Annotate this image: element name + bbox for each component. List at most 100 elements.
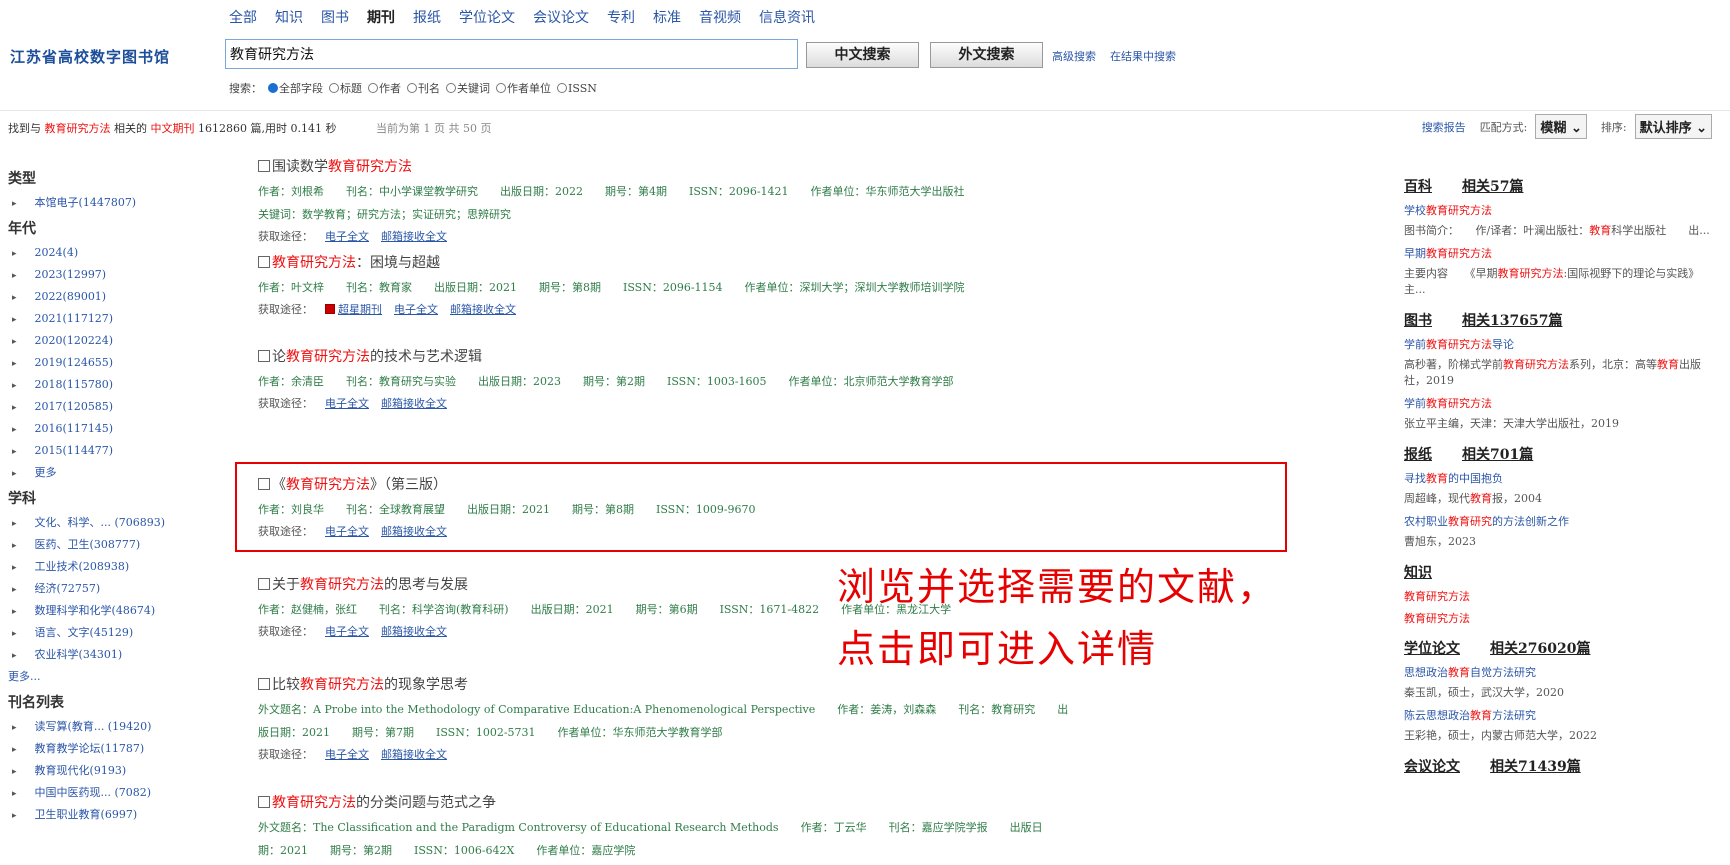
result-title[interactable]: 教育研究方法：困境与超越 (258, 252, 1358, 272)
result-title[interactable]: 围读数学教育研究方法 (258, 156, 1358, 176)
search-field-option[interactable]: 关键词 (446, 80, 490, 96)
search-field-option[interactable]: 作者单位 (496, 80, 551, 96)
keyword-highlight: 教育研究方法 (286, 349, 370, 365)
advanced-search-link[interactable]: 高级搜索 (1052, 48, 1096, 64)
thesis-heading[interactable]: 学位论文 相关276020篇 (1404, 638, 1714, 658)
subject-item[interactable]: ▸ 数理科学和化学(48674) (8, 600, 223, 622)
nav-tab[interactable]: 音视频 (699, 7, 741, 27)
nav-tab[interactable]: 标准 (653, 7, 681, 27)
book-title[interactable]: 学前教育研究方法 (1404, 395, 1714, 411)
year-item[interactable]: ▸ 2017(120585) (8, 396, 223, 418)
fulltext-link[interactable]: 电子全文 (325, 748, 369, 761)
bullet-icon: ▸ (12, 293, 17, 303)
type-item[interactable]: ▸ 本馆电子(1447807) (8, 192, 223, 214)
subject-more-link[interactable]: 更多... (8, 666, 223, 688)
subject-item[interactable]: ▸ 农业科学(34301) (8, 644, 223, 666)
news-desc: 曹旭东，2023 (1404, 535, 1476, 548)
email-fulltext-link[interactable]: 邮箱接收全文 (381, 748, 447, 761)
email-fulltext-link[interactable]: 邮箱接收全文 (381, 625, 447, 638)
year-item[interactable]: ▸ 2024(4) (8, 242, 223, 264)
knowledge-item[interactable]: 教育研究方法 (1404, 610, 1714, 626)
chinese-search-button[interactable]: 中文搜索 (806, 42, 919, 68)
nav-tab[interactable]: 学位论文 (459, 7, 515, 27)
subject-item[interactable]: ▸ 语言、文字(45129) (8, 622, 223, 644)
keyword-highlight: 教育研究方法 (272, 795, 356, 811)
result-item: 比较教育研究方法的现象学思考 外文题名：A Probe into the Meth… (258, 674, 1358, 762)
news-title[interactable]: 农村职业教育研究的方法创新之作 (1404, 513, 1714, 529)
journal-item[interactable]: ▸ 教育教学论坛(11787) (8, 738, 223, 760)
result-checkbox[interactable] (258, 796, 270, 808)
email-fulltext-link[interactable]: 邮箱接收全文 (381, 397, 447, 410)
journal-item[interactable]: ▸ 教育现代化(9193) (8, 760, 223, 782)
year-item[interactable]: ▸ 2019(124655) (8, 352, 223, 374)
result-checkbox[interactable] (258, 578, 270, 590)
match-mode-select[interactable]: 模糊 ⌄ (1535, 114, 1587, 139)
search-field-option[interactable]: 标题 (329, 80, 362, 96)
radio-icon[interactable] (557, 82, 567, 93)
search-field-option[interactable]: 全部字段 (268, 80, 323, 96)
nav-tab[interactable]: 会议论文 (533, 7, 589, 27)
thesis-title[interactable]: 陈云思想政治教育方法研究 (1404, 707, 1714, 723)
book-title[interactable]: 学前教育研究方法导论 (1404, 336, 1714, 352)
radio-icon[interactable] (496, 83, 506, 93)
radio-icon[interactable] (329, 83, 339, 93)
nav-tab[interactable]: 期刊 (367, 7, 395, 27)
nav-tab[interactable]: 图书 (321, 7, 349, 27)
journal-item[interactable]: ▸ 中国中医药现... (7082) (8, 782, 223, 804)
conference-heading[interactable]: 会议论文 相关71439篇 (1404, 756, 1714, 776)
nav-tab[interactable]: 报纸 (413, 7, 441, 27)
subject-item[interactable]: ▸ 文化、科学、... (706893) (8, 512, 223, 534)
year-item[interactable]: ▸ 2018(115780) (8, 374, 223, 396)
search-in-results-link[interactable]: 在结果中搜索 (1110, 48, 1176, 64)
year-item[interactable]: ▸ 2021(117127) (8, 308, 223, 330)
foreign-search-button[interactable]: 外文搜索 (930, 42, 1043, 68)
result-title[interactable]: 论教育研究方法的技术与艺术逻辑 (258, 346, 1358, 366)
search-field-option[interactable]: 作者 (368, 80, 401, 96)
chaoxing-link[interactable]: 超星期刊 (338, 303, 382, 316)
fulltext-link[interactable]: 电子全文 (394, 303, 438, 316)
fulltext-link[interactable]: 电子全文 (325, 397, 369, 410)
journal-item[interactable]: ▸ 卫生职业教育(6997) (8, 804, 223, 826)
book-heading[interactable]: 图书 相关137657篇 (1404, 310, 1714, 330)
email-fulltext-link[interactable]: 邮箱接收全文 (450, 303, 516, 316)
result-checkbox[interactable] (258, 350, 270, 362)
nav-tab[interactable]: 知识 (275, 7, 303, 27)
year-item[interactable]: ▸ 更多 (8, 462, 223, 484)
sort-select[interactable]: 默认排序 ⌄ (1634, 114, 1712, 139)
nav-tab[interactable]: 全部 (229, 7, 257, 27)
baike-title[interactable]: 学校教育研究方法 (1404, 202, 1714, 218)
radio-icon[interactable] (407, 83, 417, 93)
knowledge-heading[interactable]: 知识 (1404, 562, 1714, 582)
subject-item[interactable]: ▸ 医药、卫生(308777) (8, 534, 223, 556)
result-checkbox[interactable] (258, 256, 270, 268)
knowledge-item[interactable]: 教育研究方法 (1404, 588, 1714, 604)
email-fulltext-link[interactable]: 邮箱接收全文 (381, 230, 447, 243)
baike-heading[interactable]: 百科 相关57篇 (1404, 176, 1714, 196)
news-title[interactable]: 寻找教育的中国抱负 (1404, 470, 1714, 486)
baike-title[interactable]: 早期教育研究方法 (1404, 245, 1714, 261)
radio-icon[interactable] (368, 83, 378, 93)
year-item[interactable]: ▸ 2016(117145) (8, 418, 223, 440)
year-item[interactable]: ▸ 2020(120224) (8, 330, 223, 352)
fulltext-link[interactable]: 电子全文 (325, 625, 369, 638)
year-item[interactable]: ▸ 2022(89001) (8, 286, 223, 308)
nav-tab[interactable]: 信息资讯 (759, 7, 815, 27)
search-report-link[interactable]: 搜索报告 (1422, 119, 1466, 135)
search-field-option[interactable]: ISSN (557, 82, 597, 95)
fulltext-link[interactable]: 电子全文 (325, 230, 369, 243)
search-input[interactable] (225, 39, 798, 69)
result-checkbox[interactable] (258, 160, 270, 172)
year-item[interactable]: ▸ 2023(12997) (8, 264, 223, 286)
radio-icon[interactable] (446, 83, 456, 93)
result-checkbox[interactable] (258, 678, 270, 690)
journal-item[interactable]: ▸ 读写算(教育... (19420) (8, 716, 223, 738)
subject-item[interactable]: ▸ 工业技术(208938) (8, 556, 223, 578)
result-title[interactable]: 教育研究方法的分类问题与范式之争 (258, 792, 1358, 812)
news-heading[interactable]: 报纸 相关701篇 (1404, 444, 1714, 464)
search-field-option[interactable]: 刊名 (407, 80, 440, 96)
subject-item[interactable]: ▸ 经济(72757) (8, 578, 223, 600)
year-item[interactable]: ▸ 2015(114477) (8, 440, 223, 462)
radio-icon[interactable] (268, 83, 278, 93)
nav-tab[interactable]: 专利 (607, 7, 635, 27)
thesis-title[interactable]: 思想政治教育自觉方法研究 (1404, 664, 1714, 680)
